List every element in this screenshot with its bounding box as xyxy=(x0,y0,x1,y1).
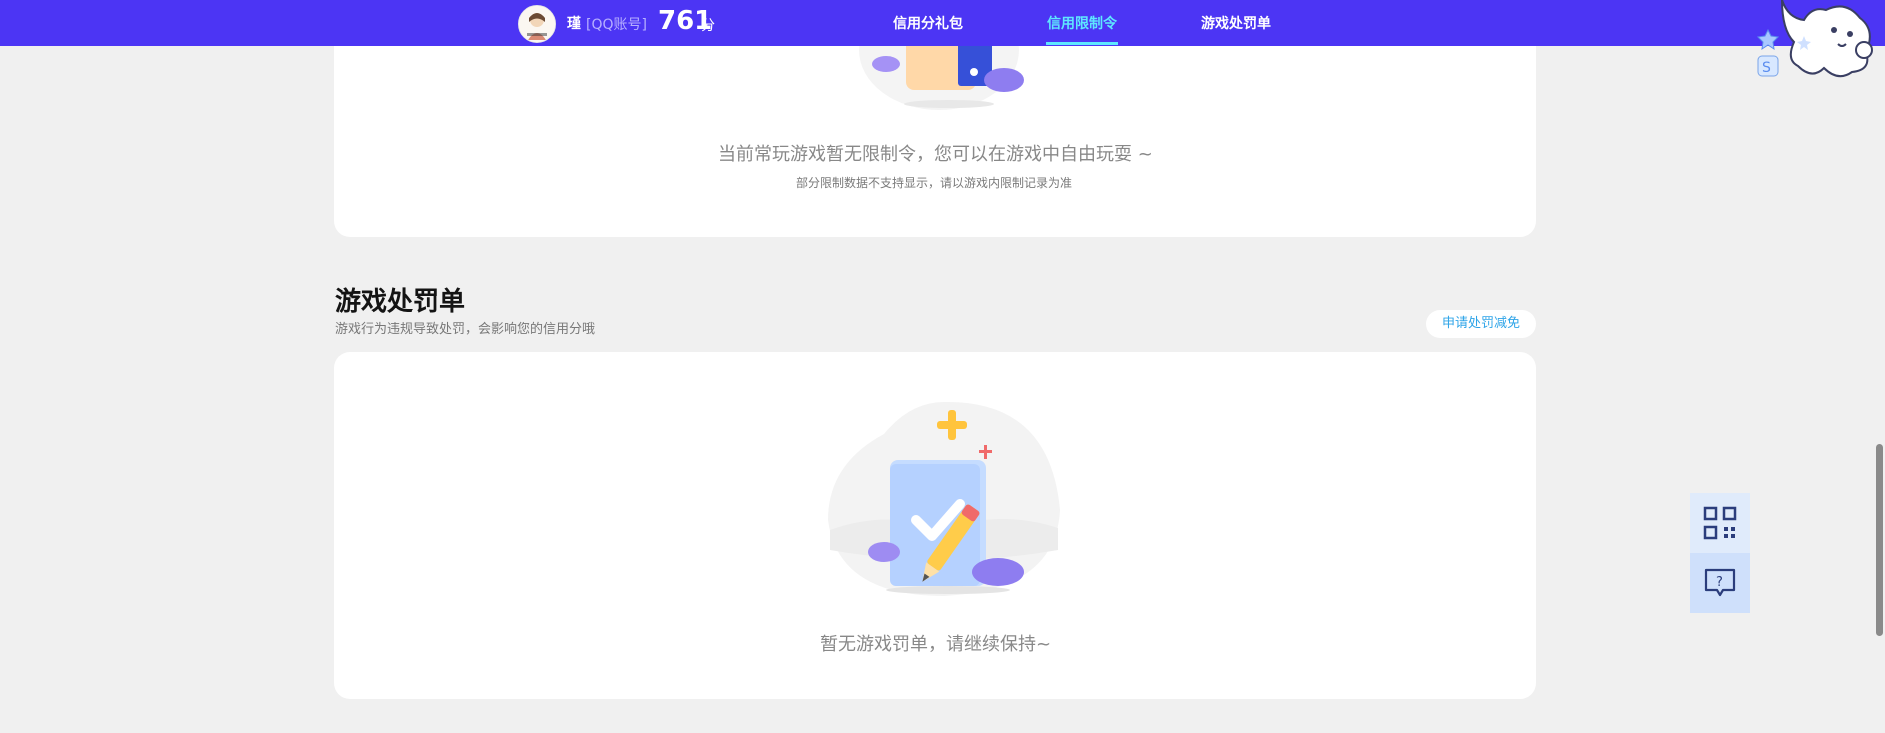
penalty-empty-text: 暂无游戏罚单，请继续保持~ xyxy=(820,634,1052,655)
page-scrollbar-thumb[interactable] xyxy=(1876,444,1883,636)
qr-code-icon xyxy=(1703,506,1737,540)
apply-penalty-reduction-button[interactable]: 申请处罚减免 xyxy=(1426,310,1536,338)
nav-game-penalty[interactable]: 游戏处罚单 xyxy=(1201,13,1271,33)
avatar-image-icon xyxy=(519,6,555,42)
nav-credit-gift[interactable]: 信用分礼包 xyxy=(893,13,963,33)
nav-active-indicator xyxy=(1046,42,1118,45)
penalty-section-title: 游戏处罚单 xyxy=(335,287,466,317)
credit-score-unit: 分 xyxy=(701,18,715,34)
svg-text:?: ? xyxy=(1716,575,1723,590)
account-type: [QQ账号] xyxy=(586,17,647,33)
mascot-decoration: S xyxy=(1742,0,1873,84)
user-name: 瑾 xyxy=(567,16,581,32)
help-feedback-button[interactable]: ? xyxy=(1690,553,1750,613)
qr-code-button[interactable] xyxy=(1690,493,1750,553)
penalty-section-subtitle: 游戏行为违规导致处罚，会影响您的信用分哦 xyxy=(335,322,596,337)
nav-credit-restriction[interactable]: 信用限制令 xyxy=(1047,13,1117,33)
mascot-icon: S xyxy=(1756,0,1873,78)
top-nav-bar: 瑾 [QQ账号] 761 分 信用分礼包 信用限制令 游戏处罚单 xyxy=(0,0,1885,46)
restriction-note: 部分限制数据不支持显示，请以游戏内限制记录为准 xyxy=(796,176,1073,190)
penalty-card: 暂无游戏罚单，请继续保持~ xyxy=(334,352,1536,699)
help-question-icon: ? xyxy=(1704,568,1736,597)
svg-text:S: S xyxy=(1762,60,1771,76)
restriction-empty-text: 当前常玩游戏暂无限制令，您可以在游戏中自由玩耍 ~ xyxy=(718,144,1153,165)
floating-side-panel: ? xyxy=(1690,493,1750,613)
penalty-empty-illustration-icon xyxy=(828,401,1060,596)
user-avatar[interactable] xyxy=(518,5,556,43)
